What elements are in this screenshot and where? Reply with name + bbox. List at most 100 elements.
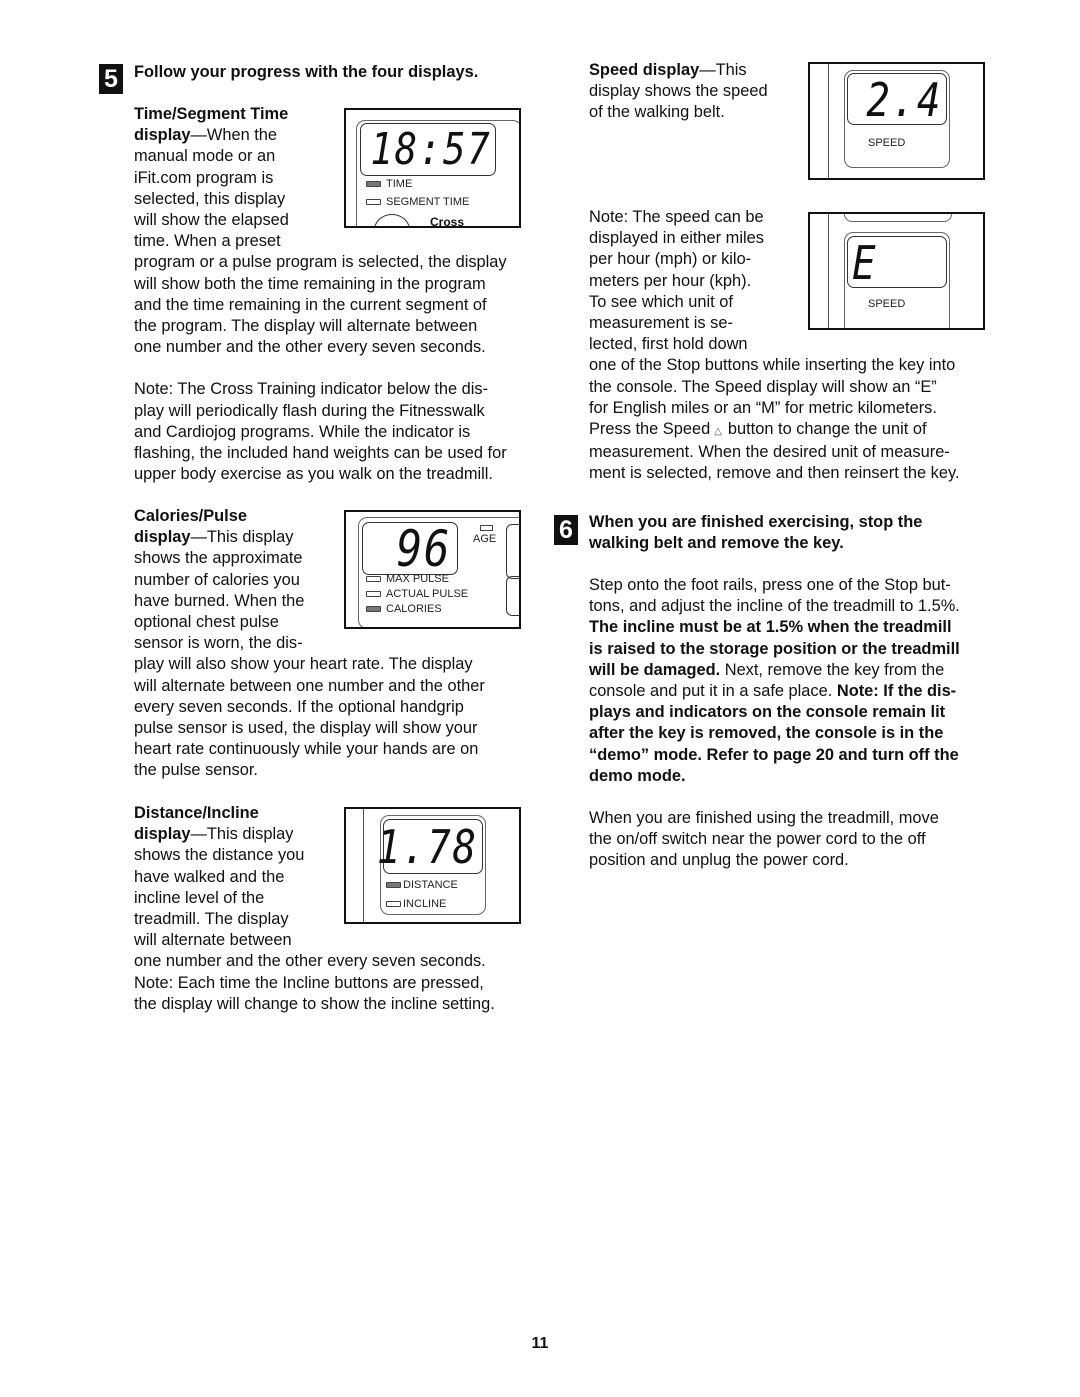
note-line: demo mode.: [589, 766, 686, 785]
calories-display-illustration: 96 AGE MAX PULSE ACTUAL PULSE CALORIES: [344, 510, 521, 629]
speed-button-icon: △: [714, 426, 722, 438]
note-line: ment is selected, remove and then reinse…: [589, 464, 960, 483]
note-line: measurement. When the desired unit of me…: [589, 443, 950, 462]
step-6-badge: 6: [554, 515, 578, 545]
page-number: 11: [531, 1335, 549, 1352]
note-line: lected, first hold down: [589, 335, 748, 354]
text-line: pulse sensor is used, the display will s…: [134, 719, 478, 738]
text-line: one number and the other every seven sec…: [134, 952, 486, 971]
note-line: and Cardiojog programs. While the indica…: [134, 422, 471, 441]
panel-edge: [828, 64, 829, 178]
text-line: Step onto the foot rails, press one of t…: [589, 576, 951, 594]
indicator-distance: DISTANCE: [386, 879, 458, 892]
speed-label: SPEED: [868, 137, 906, 149]
text-line: console and put it in a safe place. Note…: [589, 682, 957, 701]
lcd-value: 18:57: [369, 124, 491, 175]
speed-label: SPEED: [868, 298, 906, 310]
text-line: will alternate between: [134, 931, 292, 950]
led-on-icon: [366, 181, 381, 188]
text-line: When the: [206, 126, 278, 145]
text-line: tons, and adjust the incline of the trea…: [589, 597, 960, 616]
text-line: the pulse sensor.: [134, 761, 258, 780]
indicator-incline: INCLINE: [386, 898, 446, 911]
speed-unit-illustration: E SPEED: [808, 212, 985, 330]
text-line: the display will change to show the incl…: [134, 994, 495, 1013]
led-off-icon: [366, 576, 381, 583]
panel-edge: [363, 809, 364, 922]
note-line: for English miles or an “M” for metric k…: [589, 398, 937, 417]
text-line: When you are finished using the treadmil…: [589, 809, 939, 827]
calories-display-title2: display: [134, 528, 191, 547]
speed-display-description: Speed display—This display shows the spe…: [589, 60, 768, 124]
text-line: display shows the speed: [589, 82, 768, 101]
age-label: AGE: [473, 533, 497, 545]
adjacent-screen: [506, 576, 519, 616]
step-6-heading: When you are finished exercising, stop t…: [589, 512, 922, 554]
warning-line: The incline must be at 1.5% when the tre…: [589, 618, 952, 637]
text-line: every seven seconds. If the optional han…: [134, 697, 464, 716]
lcd-value: E: [852, 236, 878, 290]
text-line: sensor is worn, the dis-: [134, 634, 303, 653]
step-6-paragraph-1: Step onto the foot rails, press one of t…: [589, 575, 960, 787]
note-line: Note: The Cross Training indicator below…: [134, 380, 489, 399]
text-line: This display: [206, 528, 294, 547]
warning-line: is raised to the storage position or the…: [589, 639, 960, 658]
step-5-heading: Follow your progress with the four displ…: [134, 63, 479, 81]
indicator-segment-time: SEGMENT TIME: [366, 196, 469, 209]
em-dash: —: [190, 126, 207, 145]
lcd-screen: 96: [362, 522, 458, 575]
text-line: This display: [206, 825, 294, 844]
indicator-max-pulse: MAX PULSE: [366, 573, 449, 586]
text-line: position and unplug the power cord.: [589, 851, 849, 870]
lcd-value: 2.4: [866, 73, 942, 127]
time-display-title2: display: [134, 126, 191, 145]
text-line: will alternate between one number and th…: [134, 676, 485, 695]
note-line: flashing, the included hand weights can …: [134, 444, 507, 463]
heading-line: When you are finished exercising, stop t…: [589, 513, 923, 531]
step-5-badge: 5: [99, 64, 123, 94]
text-line: the program. The display will alternate …: [134, 317, 478, 336]
lcd-screen: E: [847, 236, 947, 288]
led-on-icon: [386, 882, 401, 889]
note-line: plays and indicators on the console rema…: [589, 703, 946, 722]
note-line: one of the Stop buttons while inserting …: [589, 356, 956, 375]
indicator-time: TIME: [366, 178, 412, 191]
em-dash: —: [190, 825, 207, 844]
distance-display-illustration: 1.78 DISTANCE INCLINE: [344, 807, 521, 924]
em-dash: —: [699, 61, 716, 79]
note-line: play will periodically flash during the …: [134, 401, 485, 420]
step-6-paragraph-2: When you are finished using the treadmil…: [589, 808, 939, 872]
time-display-illustration: 18:57 TIME SEGMENT TIME Cross: [344, 108, 521, 228]
text-line: and the time remaining in the current se…: [134, 295, 487, 314]
panel-edge: [828, 214, 829, 328]
indicator-actual-pulse: ACTUAL PULSE: [366, 588, 468, 601]
em-dash: —: [190, 528, 207, 547]
speed-display-illustration: 2.4 SPEED: [808, 62, 985, 180]
note-line: upper body exercise as you walk on the t…: [134, 465, 493, 484]
text-line: program or a pulse program is selected, …: [134, 253, 507, 272]
led-off-icon: [366, 199, 381, 206]
adjacent-screen: [506, 524, 519, 579]
led-on-icon: [366, 606, 381, 613]
heading-line: walking belt and remove the key.: [589, 534, 844, 553]
cross-label: Cross: [430, 215, 465, 228]
speed-display-title: Speed display: [589, 61, 700, 79]
text-line: will be damaged. Next, remove the key fr…: [589, 660, 945, 679]
text-line: the on/off switch near the power cord to…: [589, 830, 926, 849]
distance-display-title2: display: [134, 825, 191, 844]
text-line: play will also show your heart rate. The…: [134, 655, 473, 674]
lcd-value: 96: [396, 520, 451, 578]
text-line: This: [715, 61, 747, 79]
led-off-icon: [386, 901, 401, 908]
note-line: “demo” mode. Refer to page 20 and turn o…: [589, 745, 959, 764]
text-line: of the walking belt.: [589, 103, 725, 122]
note-line: the console. The Speed display will show…: [589, 377, 937, 396]
lcd-screen: 18:57: [360, 123, 496, 176]
text-line: one number and the other every seven sec…: [134, 338, 486, 357]
led-off-icon: [366, 591, 381, 598]
indicator-calories: CALORIES: [366, 603, 442, 616]
text-line: time. When a preset: [134, 232, 281, 251]
upper-panel: [844, 214, 952, 222]
text-line: Note: Each time the Incline buttons are …: [134, 973, 484, 992]
note-line: after the key is removed, the console is…: [589, 724, 944, 743]
